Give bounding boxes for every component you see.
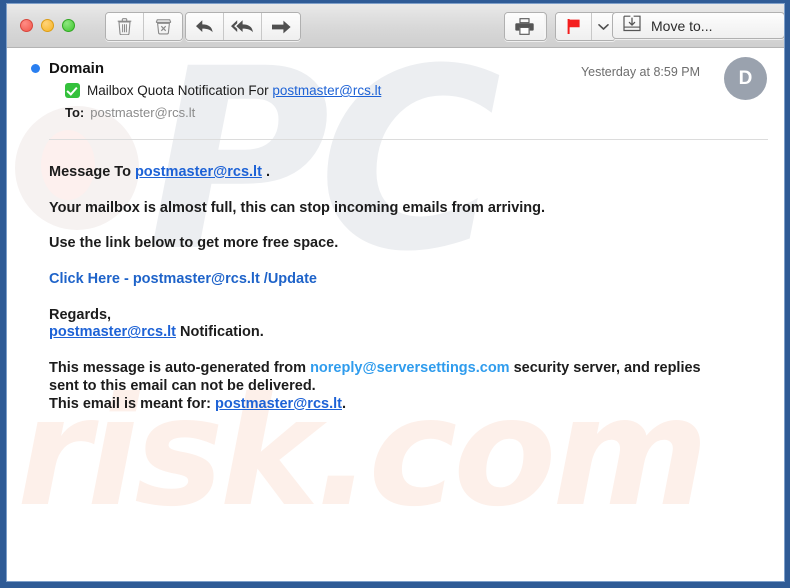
- close-button[interactable]: [20, 19, 33, 32]
- footer-line-3: This email is meant for: postmaster@rcs.…: [49, 396, 768, 414]
- move-to-icon: [623, 15, 641, 37]
- to-value: postmaster@rcs.lt: [90, 105, 196, 120]
- sender-name: Domain: [49, 60, 105, 77]
- delete-button[interactable]: [106, 13, 144, 40]
- subject-email-link[interactable]: postmaster@rcs.lt: [272, 83, 381, 98]
- body-line-1-suffix: .: [261, 164, 270, 180]
- reply-all-button[interactable]: [224, 13, 262, 40]
- flag-button[interactable]: [556, 13, 592, 40]
- signature-email-link[interactable]: postmaster@rcs.lt: [49, 324, 176, 340]
- flag-icon: [566, 18, 582, 35]
- footer-line-1-suffix: security server, and replies: [509, 360, 701, 377]
- subject-row: Mailbox Quota Notification For postmaste…: [65, 83, 768, 98]
- print-group: [504, 12, 547, 41]
- subject-text: Mailbox Quota Notification For postmaste…: [87, 83, 381, 98]
- message-pane: PC risk.com Domain Mailbox Quota Notific…: [7, 48, 784, 581]
- cta-link[interactable]: Click Here - postmaster@rcs.lt /Update: [49, 271, 317, 287]
- message-header: Domain Mailbox Quota Notification For po…: [7, 48, 784, 120]
- body-line-1: Message To postmaster@rcs.lt .: [49, 164, 768, 182]
- message-timestamp: Yesterday at 8:59 PM: [580, 65, 700, 79]
- print-icon: [515, 18, 534, 35]
- to-label: To:: [65, 105, 85, 120]
- footer-line-1-prefix: This message is auto-generated from: [49, 360, 311, 377]
- signature-suffix: Notification.: [175, 324, 264, 341]
- forward-arrow-icon: [271, 20, 291, 34]
- reply-group: [185, 12, 301, 41]
- footer-noreply-link[interactable]: noreply@serversettings.com: [310, 360, 510, 376]
- footer-line-3-prefix: This email is meant for:: [49, 395, 215, 412]
- minimize-button[interactable]: [41, 19, 54, 32]
- forward-button[interactable]: [262, 13, 300, 40]
- toolbar: Move to...: [7, 4, 784, 48]
- signature-regards: Regards,: [49, 306, 112, 323]
- junk-trash-icon: [155, 18, 172, 35]
- zoom-button[interactable]: [62, 19, 75, 32]
- print-button[interactable]: [505, 13, 544, 40]
- recipient-row: To: postmaster@rcs.lt: [65, 105, 768, 120]
- green-check-icon: [65, 83, 80, 98]
- footer-email-link[interactable]: postmaster@rcs.lt: [215, 396, 342, 412]
- window-inner: Move to... PC risk.com Domain Mailbox Qu…: [6, 3, 785, 582]
- cta-paragraph: Click Here - postmaster@rcs.lt /Update: [49, 271, 768, 289]
- body-line-1-prefix: Message To: [49, 164, 135, 180]
- move-to-button[interactable]: Move to...: [612, 12, 784, 39]
- trash-icon: [117, 18, 132, 35]
- window-controls: [20, 19, 75, 32]
- message-body: Message To postmaster@rcs.lt . Your mail…: [7, 140, 784, 413]
- unread-dot-icon[interactable]: [31, 64, 40, 73]
- footer-line-2: sent to this email can not be delivered.: [49, 377, 316, 394]
- mail-window: Move to... PC risk.com Domain Mailbox Qu…: [0, 0, 790, 588]
- subject-prefix: Mailbox Quota Notification For: [87, 83, 273, 98]
- signature-line: postmaster@rcs.lt Notification.: [49, 324, 768, 342]
- delete-group: [105, 12, 183, 41]
- flag-group: [555, 12, 616, 41]
- move-to-label: Move to...: [651, 17, 713, 34]
- reply-all-icon: [231, 19, 254, 34]
- footer-line-1: This message is auto-generated from nore…: [49, 360, 768, 378]
- chevron-down-icon: [598, 23, 609, 31]
- footer-block: This message is auto-generated from nore…: [49, 360, 768, 413]
- body-line-2: Your mailbox is almost full, this can st…: [49, 199, 546, 216]
- avatar: D: [724, 57, 767, 100]
- signature-block: Regards, postmaster@rcs.lt Notification.: [49, 307, 768, 342]
- footer-line-3-suffix: .: [341, 395, 346, 412]
- body-line-1-link[interactable]: postmaster@rcs.lt: [135, 164, 262, 180]
- reply-button[interactable]: [186, 13, 224, 40]
- reply-icon: [195, 19, 214, 34]
- junk-button[interactable]: [144, 13, 182, 40]
- body-line-3: Use the link below to get more free spac…: [49, 235, 339, 252]
